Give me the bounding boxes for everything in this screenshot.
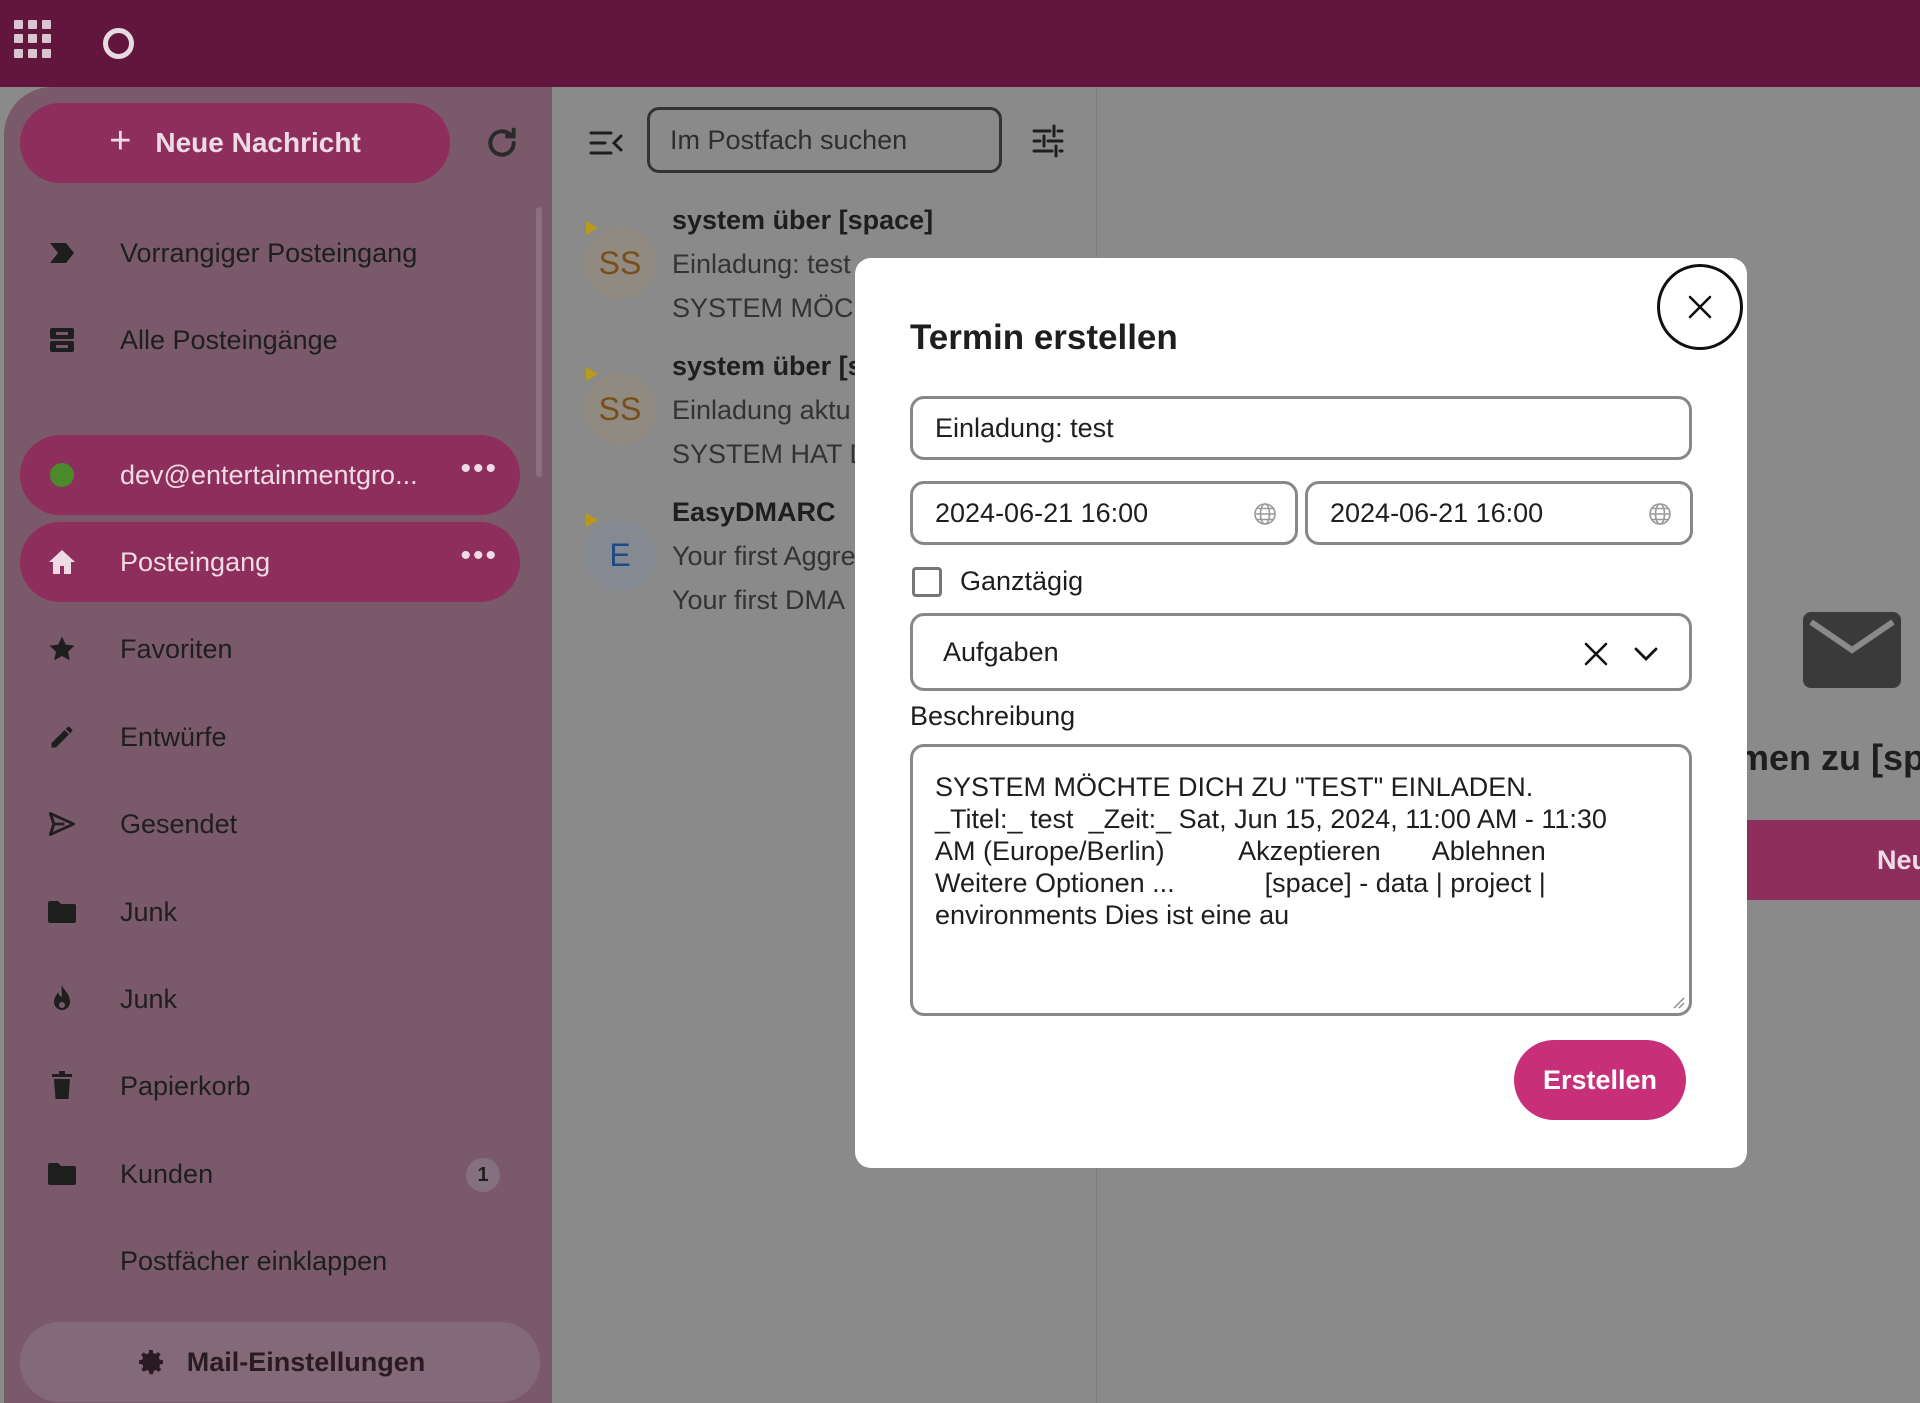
description-textarea[interactable]: SYSTEM MÖCHTE DICH ZU "TEST" EINLADEN. _… (910, 744, 1692, 1016)
more-options-icon[interactable]: ••• (460, 541, 498, 571)
mail-sidebar: + Neue Nachricht Vorrangiger Posteingang… (4, 87, 552, 1403)
message-preview: Your first DMA (672, 585, 846, 615)
mail-settings-label: Mail-Einstellungen (186, 1346, 426, 1377)
important-flag-icon (586, 367, 598, 381)
mailbox-search-input[interactable] (647, 107, 1002, 173)
folder-icon (42, 1154, 82, 1194)
sidebar-item-label: Postfächer einklappen (120, 1245, 388, 1276)
create-button-label: Erstellen (1542, 1064, 1658, 1095)
start-datetime-value: 2024-06-21 16:00 (935, 497, 1149, 528)
sidebar-item-all-inboxes[interactable]: Alle Posteingänge (20, 300, 520, 380)
sidebar-item-collapse-mailboxes[interactable]: Postfächer einklappen (20, 1221, 520, 1301)
sidebar-item-label: Posteingang (120, 546, 271, 577)
event-title-value: Einladung: test (935, 412, 1114, 443)
message-subject: Einladung aktu (672, 395, 851, 425)
create-event-dialog: Termin erstellen Einladung: test 2024-06… (855, 258, 1747, 1168)
priority-icon (42, 233, 82, 273)
home-icon (42, 542, 82, 582)
globe-icon[interactable] (1253, 502, 1277, 526)
message-sender: system über [space] (672, 205, 934, 235)
sidebar-item-junk-folder[interactable]: Junk (20, 872, 520, 952)
description-value: SYSTEM MÖCHTE DICH ZU "TEST" EINLADEN. _… (935, 772, 1607, 930)
end-datetime-field[interactable]: 2024-06-21 16:00 (1305, 481, 1693, 545)
important-flag-icon (586, 221, 598, 235)
trash-icon (42, 1066, 82, 1106)
dialog-title: Termin erstellen (910, 318, 1178, 357)
filter-icon[interactable] (1030, 123, 1066, 159)
sidebar-item-label: dev@entertainmentgro... (120, 459, 418, 490)
refresh-icon[interactable] (482, 123, 522, 163)
end-datetime-value: 2024-06-21 16:00 (1330, 497, 1544, 528)
chevron-down-icon[interactable] (1633, 643, 1659, 665)
sidebar-item-label: Junk (120, 896, 178, 927)
new-message-button-secondary[interactable]: Neue Nach (1737, 820, 1920, 900)
sidebar-item-label: Junk (120, 983, 178, 1014)
sidebar-item-inbox[interactable]: Posteingang ••• (20, 522, 520, 602)
message-sender: EasyDMARC (672, 497, 836, 527)
fire-icon (42, 979, 82, 1019)
calendar-select-value: Aufgaben (943, 636, 1059, 667)
message-preview: SYSTEM MÖCH (672, 293, 874, 323)
app-logo-icon[interactable] (103, 28, 134, 59)
description-label: Beschreibung (910, 701, 1076, 731)
sidebar-item-label: Kunden (120, 1158, 214, 1189)
envelope-icon (1803, 612, 1901, 688)
calendar-select[interactable]: Aufgaben (910, 613, 1692, 691)
sidebar-item-priority-inbox[interactable]: Vorrangiger Posteingang (20, 213, 520, 293)
message-subject: Einladung: test (672, 249, 851, 279)
collapse-list-icon[interactable] (588, 128, 624, 158)
important-flag-icon (586, 513, 598, 527)
close-button[interactable] (1657, 264, 1743, 350)
close-icon (1688, 295, 1712, 319)
new-message-button[interactable]: + Neue Nachricht (20, 103, 450, 183)
all-day-option[interactable]: Ganztägig (912, 566, 1083, 597)
folder-icon (42, 892, 82, 932)
globe-icon[interactable] (1648, 502, 1672, 526)
top-header (0, 0, 1920, 87)
sidebar-item-label: Papierkorb (120, 1070, 251, 1101)
all-day-label: Ganztägig (960, 566, 1084, 596)
resize-handle-icon[interactable] (1671, 995, 1685, 1009)
apps-grid-icon[interactable] (14, 20, 52, 58)
empty-state-text: men zu [sp (1737, 737, 1920, 778)
sidebar-scrollbar[interactable] (536, 207, 542, 477)
avatar: SS (584, 227, 656, 299)
message-subject: Your first Aggre (672, 541, 856, 571)
new-message-label: Neue Nach (1877, 844, 1920, 875)
sidebar-item-sent[interactable]: Gesendet (20, 784, 520, 864)
gear-icon (138, 1350, 163, 1375)
all-day-checkbox[interactable] (912, 566, 942, 597)
sidebar-item-favorites[interactable]: Favoriten (20, 609, 520, 689)
status-dot (42, 455, 82, 495)
sidebar-item-drafts[interactable]: Entwürfe (20, 697, 520, 777)
sidebar-item-label: Alle Posteingänge (120, 324, 338, 355)
clear-icon[interactable] (1583, 641, 1609, 667)
event-title-field[interactable]: Einladung: test (910, 396, 1692, 460)
star-icon (42, 629, 82, 669)
sidebar-item-customers[interactable]: Kunden 1 (20, 1134, 520, 1214)
sidebar-item-label: Vorrangiger Posteingang (120, 237, 418, 268)
avatar: SS (584, 373, 656, 445)
mail-settings-button[interactable]: Mail-Einstellungen (20, 1322, 540, 1402)
send-icon (42, 804, 82, 844)
sidebar-item-label: Favoriten (120, 633, 233, 664)
sidebar-item-label: Entwürfe (120, 721, 227, 752)
new-message-label: Neue Nachricht (155, 127, 361, 158)
sidebar-item-label: Gesendet (120, 808, 238, 839)
avatar: E (584, 519, 656, 591)
message-preview: SYSTEM HAT D (672, 439, 870, 469)
start-datetime-field[interactable]: 2024-06-21 16:00 (910, 481, 1298, 545)
sidebar-item-junk[interactable]: Junk (20, 959, 520, 1039)
more-options-icon[interactable]: ••• (460, 454, 498, 484)
pencil-icon (42, 717, 82, 757)
inboxes-icon (42, 320, 82, 360)
unread-count-badge: 1 (466, 1158, 500, 1192)
create-button[interactable]: Erstellen (1514, 1040, 1686, 1120)
sidebar-item-account[interactable]: dev@entertainmentgro... ••• (20, 435, 520, 515)
message-sender: system über [s (672, 351, 863, 381)
sidebar-item-trash[interactable]: Papierkorb (20, 1046, 520, 1126)
plus-icon: + (109, 120, 132, 162)
